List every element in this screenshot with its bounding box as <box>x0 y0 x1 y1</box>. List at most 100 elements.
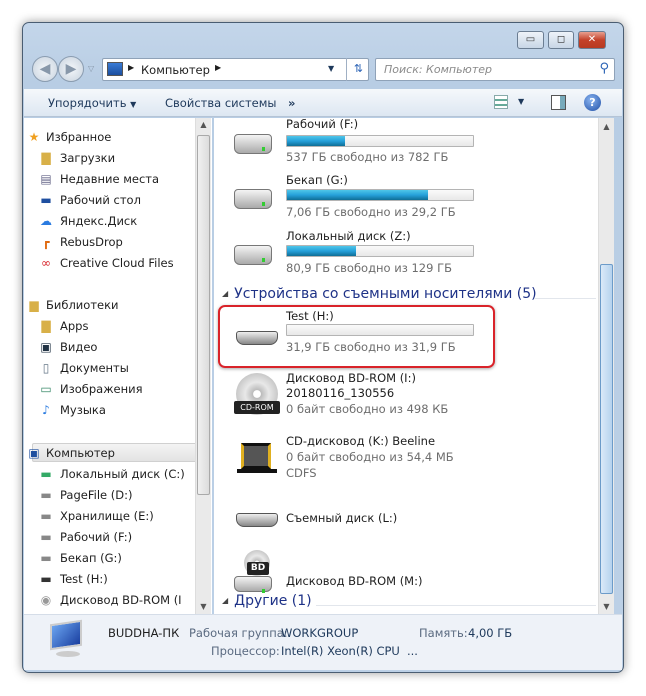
sidebar-item-drive-g[interactable]: ▬ Бекап (G:) <box>40 549 122 567</box>
scroll-up-arrow-icon[interactable]: ▲ <box>196 120 211 129</box>
sidebar-item-pictures[interactable]: ▭ Изображения <box>40 380 142 398</box>
memory-value: 4,00 ГБ <box>468 626 513 640</box>
drive-item-f[interactable]: Рабочий (F:) 537 ГБ свободно из 782 ГБ <box>214 118 514 173</box>
group-header-removable[interactable]: ◢ Устройства со съемными носителями (5) <box>222 286 537 302</box>
drive-name: Рабочий (F:) <box>286 118 359 131</box>
sidebar-item-creative-cloud[interactable]: ∞ Creative Cloud Files <box>41 254 174 272</box>
workgroup-label: Рабочая группа: <box>189 626 288 640</box>
video-icon: ▣ <box>40 340 52 354</box>
content-pane: Рабочий (F:) 537 ГБ свободно из 782 ГБ Б… <box>214 118 606 614</box>
drive-usage-fill <box>287 246 356 256</box>
system-properties-button[interactable]: Свойства системы <box>165 96 276 110</box>
breadcrumb-separator-icon: ▶ <box>128 63 135 72</box>
drive-name: Съемный диск (L:) <box>286 511 398 525</box>
details-pane: BUDDHA-ПК Рабочая группа: WORKGROUP Памя… <box>24 614 622 670</box>
address-bar[interactable]: ▶ Компьютер ▶ ▼ <box>102 58 369 81</box>
organize-button[interactable]: Упорядочить ▼ <box>48 96 136 110</box>
sidebar-item-drive-i[interactable]: ◉ Дисковод BD-ROM (I <box>41 591 182 609</box>
sidebar-item-desktop[interactable]: ▬ Рабочий стол <box>40 191 141 209</box>
sidebar-item-drive-f[interactable]: ▬ Рабочий (F:) <box>40 528 132 546</box>
view-dropdown-icon[interactable]: ▼ <box>518 97 524 106</box>
documents-icon: ▯ <box>42 361 50 375</box>
breadcrumb-computer[interactable]: Компьютер <box>141 63 210 77</box>
sidebar-item-drive-d[interactable]: ▬ PageFile (D:) <box>40 486 132 504</box>
cpu-value: Intel(R) Xeon(R) CPU <box>281 644 400 658</box>
explorer-window: ▭ ◻ ✕ ◀ ▶ ▽ ▶ Компьютер ▶ ▼ ⇅ Поиск: Ком… <box>22 22 624 673</box>
sidebar-item-drive-h[interactable]: ▬ Test (H:) <box>40 570 107 588</box>
workgroup-value: WORKGROUP <box>281 626 359 640</box>
drive-name: Локальный диск (Z:) <box>286 229 411 243</box>
maximize-button[interactable]: ◻ <box>548 31 574 49</box>
minimize-button[interactable]: ▭ <box>517 31 544 49</box>
sidebar-scrollbar[interactable]: ▲ ▼ <box>195 118 211 614</box>
forward-arrow-icon: ▶ <box>65 61 77 77</box>
scroll-down-arrow-icon[interactable]: ▼ <box>599 602 614 611</box>
scroll-up-arrow-icon[interactable]: ▲ <box>599 122 614 131</box>
collapse-triangle-icon[interactable]: ◢ <box>222 289 228 298</box>
sidebar-item-documents[interactable]: ▯ Документы <box>43 359 129 377</box>
drive-item-z[interactable]: Локальный диск (Z:) 80,9 ГБ свободно из … <box>214 229 514 285</box>
monitor-stand <box>56 651 80 657</box>
libraries-icon: ▆ <box>29 298 39 312</box>
hard-drive-icon <box>234 189 272 209</box>
drive-item-l[interactable]: Съемный диск (L:) <box>214 503 514 553</box>
computer-icon: ▣ <box>28 446 40 460</box>
hard-drive-icon: ▬ <box>40 551 52 565</box>
content-scrollbar[interactable]: ▲ ▼ <box>598 118 614 614</box>
sidebar-item-apps[interactable]: ▇ Apps <box>41 317 88 335</box>
hard-drive-icon: ▬ <box>40 488 52 502</box>
cpu-label: Процессор: <box>211 644 280 658</box>
content-scroll-thumb[interactable] <box>600 264 613 594</box>
recent-pages-dropdown[interactable]: ▽ <box>88 64 94 73</box>
close-button[interactable]: ✕ <box>578 31 606 49</box>
refresh-button[interactable]: ⇅ <box>346 58 370 81</box>
sidebar-scroll-thumb[interactable] <box>197 135 210 495</box>
drive-item-g[interactable]: Бекап (G:) 7,06 ГБ свободно из 29,2 ГБ <box>214 173 514 229</box>
help-icon[interactable]: ? <box>584 94 601 111</box>
preview-pane-icon[interactable] <box>551 95 566 110</box>
forward-button[interactable]: ▶ <box>58 56 84 82</box>
sidebar-item-drive-c[interactable]: ▬ Локальный диск (C:) <box>40 465 184 483</box>
sidebar-item-downloads[interactable]: ▇ Загрузки <box>41 149 115 167</box>
scroll-down-arrow-icon[interactable]: ▼ <box>196 602 211 611</box>
modem-drive-icon <box>241 443 271 469</box>
sidebar-item-rebusdrop[interactable]: ┏ RebusDrop <box>42 233 122 251</box>
back-button[interactable]: ◀ <box>32 56 58 82</box>
sidebar-computer[interactable]: ▣ Компьютер <box>28 444 115 462</box>
search-input[interactable]: Поиск: Компьютер ⚲ <box>375 58 615 81</box>
change-view-icon[interactable] <box>494 95 508 109</box>
drive-name: Бекап (G:) <box>286 173 348 187</box>
collapse-triangle-icon[interactable]: ◢ <box>222 596 228 605</box>
sidebar-favorites[interactable]: ★ Избранное <box>29 128 112 146</box>
group-header-other[interactable]: ◢ Другие (1) <box>222 593 312 609</box>
sidebar-item-drive-e[interactable]: ▬ Хранилище (E:) <box>40 507 153 525</box>
drive-free-space: 0 байт свободно из 54,4 МБ <box>286 450 454 464</box>
more-commands-button[interactable]: » <box>288 96 295 110</box>
address-dropdown-icon[interactable]: ▼ <box>328 64 334 73</box>
sidebar-libraries[interactable]: ▆ Библиотеки <box>29 296 118 314</box>
dropdown-arrow-icon: ▼ <box>130 100 137 109</box>
drive-name: Дисковод BD-ROM (I:) <box>286 371 416 385</box>
memory-label: Память: <box>419 626 468 640</box>
drive-name: Дисковод BD-ROM (M:) <box>286 574 423 588</box>
optical-disc-icon: ◉ <box>40 593 52 607</box>
search-icon[interactable]: ⚲ <box>599 61 609 76</box>
cpu-more: ... <box>407 644 418 658</box>
sidebar-item-music[interactable]: ♪ Музыка <box>42 401 106 419</box>
downloads-folder-icon: ▇ <box>41 151 51 165</box>
drive-item-k[interactable]: CD-дисковод (K:) Beeline 0 байт свободно… <box>214 434 514 504</box>
sidebar-item-yandex-disk[interactable]: ☁ Яндекс.Диск <box>40 212 137 230</box>
sidebar-item-recent-places[interactable]: ▤ Недавние места <box>40 170 159 188</box>
drive-item-i[interactable]: CD-ROM Дисковод BD-ROM (I:) 20180116_130… <box>214 371 514 427</box>
breadcrumb-chevron-icon[interactable]: ▶ <box>215 63 221 72</box>
computer-monitor-icon <box>50 619 82 651</box>
drive-item-h[interactable]: Test (H:) 31,9 ГБ свободно из 31,9 ГБ <box>214 309 514 365</box>
folder-icon: ▇ <box>41 319 51 333</box>
refresh-icon: ⇅ <box>353 62 364 75</box>
drive-usage-fill <box>287 136 345 146</box>
sidebar-item-video[interactable]: ▣ Видео <box>40 338 97 356</box>
drive-usage-bar <box>286 245 474 257</box>
hard-drive-icon: ▬ <box>40 530 52 544</box>
hard-drive-icon <box>234 134 272 154</box>
drive-usage-bar <box>286 189 474 201</box>
